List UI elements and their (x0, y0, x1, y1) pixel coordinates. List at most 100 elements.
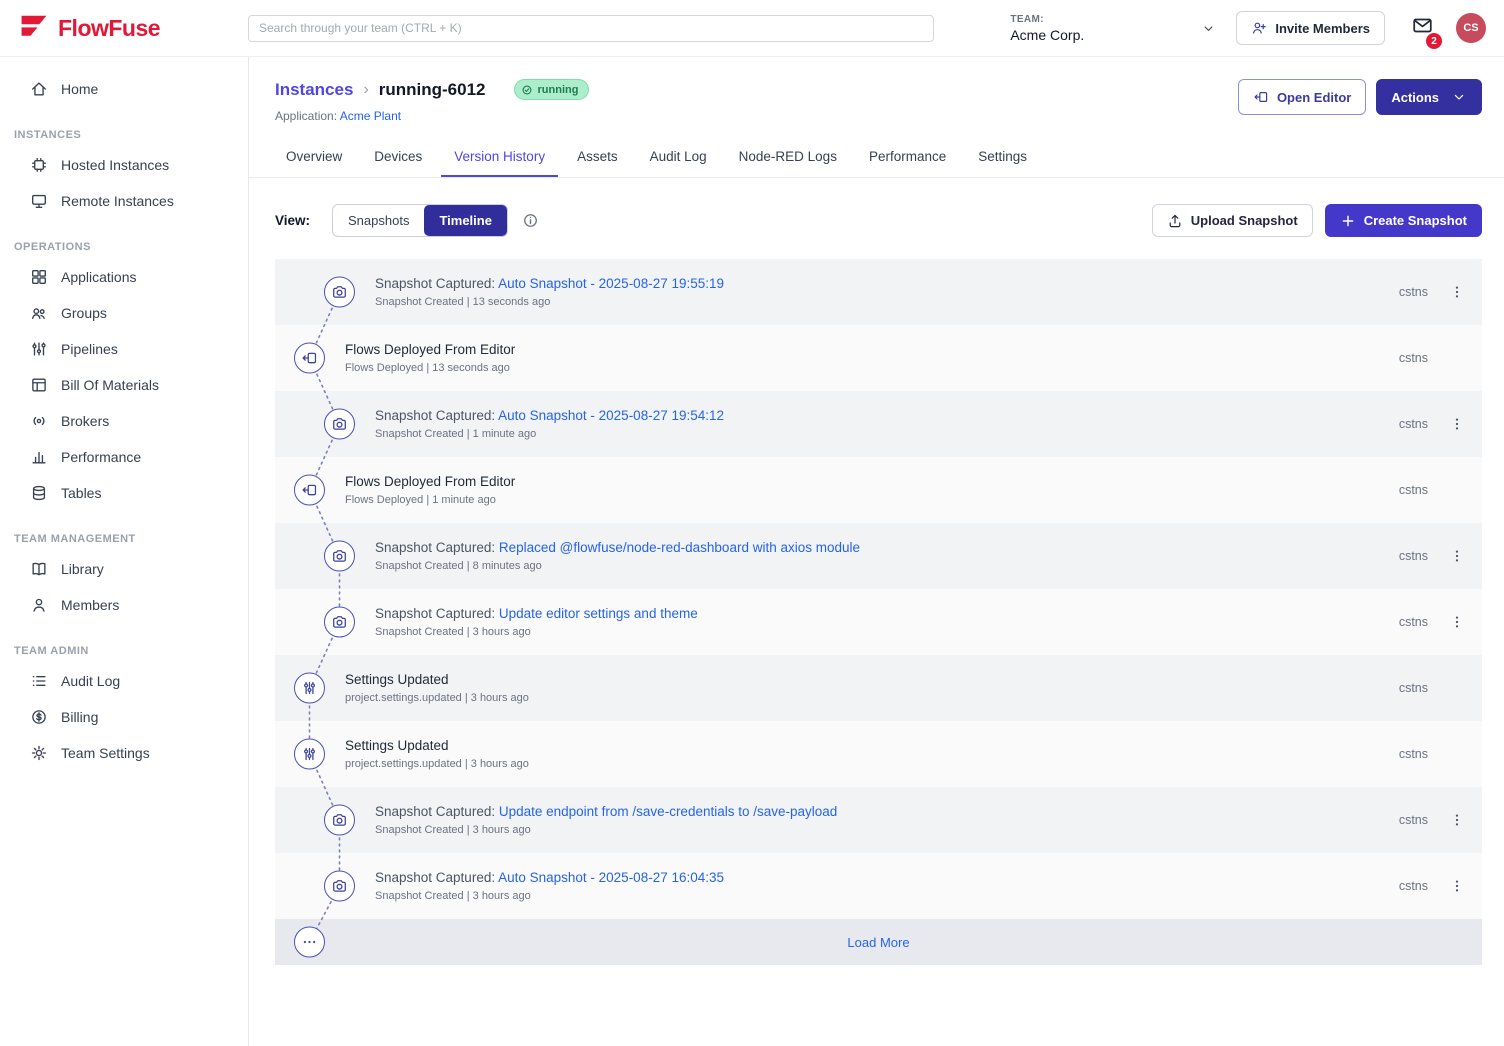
actions-label: Actions (1391, 90, 1439, 105)
event-user: cstns (1399, 681, 1428, 695)
invite-members-button[interactable]: Invite Members (1236, 11, 1385, 45)
performance-icon (30, 448, 48, 466)
tab-audit-log[interactable]: Audit Log (637, 139, 720, 177)
timeline-row: Flows Deployed From EditorFlows Deployed… (275, 457, 1482, 523)
event-menu-slot (1442, 548, 1472, 564)
camera-event-marker (324, 409, 355, 440)
event-title: Snapshot Captured: Auto Snapshot - 2025-… (375, 408, 1399, 423)
sidebar-item-hosted-instances[interactable]: Hosted Instances (0, 147, 248, 183)
load-more-link[interactable]: Load More (275, 935, 1482, 950)
event-body: Settings Updatedproject.settings.updated… (333, 672, 1399, 704)
breadcrumb-separator: › (363, 81, 368, 99)
timeline-row: Snapshot Captured: Update endpoint from … (275, 787, 1482, 853)
tab-devices[interactable]: Devices (361, 139, 435, 177)
timeline-row: Snapshot Captured: Auto Snapshot - 2025-… (275, 391, 1482, 457)
view-toggle-timeline[interactable]: Timeline (424, 205, 507, 236)
event-user: cstns (1399, 615, 1428, 629)
event-user: cstns (1399, 879, 1428, 893)
tab-settings[interactable]: Settings (965, 139, 1040, 177)
event-meta: Snapshot Created | 3 hours ago (375, 890, 1399, 902)
kebab-menu-icon[interactable] (1449, 548, 1465, 564)
sidebar-item-audit-log[interactable]: Audit Log (0, 663, 248, 699)
sidebar-item-billing[interactable]: Billing (0, 699, 248, 735)
sidebar-item-applications[interactable]: Applications (0, 259, 248, 295)
create-snapshot-button[interactable]: Create Snapshot (1325, 204, 1482, 237)
tables-icon (30, 484, 48, 502)
actions-button[interactable]: Actions (1376, 79, 1482, 115)
snapshot-link[interactable]: Auto Snapshot - 2025-08-27 19:55:19 (498, 276, 724, 291)
snapshot-link[interactable]: Auto Snapshot - 2025-08-27 19:54:12 (498, 408, 724, 423)
tab-performance[interactable]: Performance (856, 139, 959, 177)
application-link[interactable]: Acme Plant (340, 109, 401, 123)
load-more-row: Load More (275, 919, 1482, 965)
sidebar-item-label: Remote Instances (61, 193, 174, 209)
snapshot-link[interactable]: Update endpoint from /save-credentials t… (499, 804, 837, 819)
kebab-menu-icon[interactable] (1449, 284, 1465, 300)
avatar[interactable]: CS (1456, 13, 1486, 43)
pipelines-icon (30, 340, 48, 358)
event-menu-slot (1442, 614, 1472, 630)
snapshot-link[interactable]: Replaced @flowfuse/node-red-dashboard wi… (499, 540, 860, 555)
sidebar-item-team-settings[interactable]: Team Settings (0, 735, 248, 771)
event-title-prefix: Snapshot Captured: (375, 540, 499, 555)
sidebar-item-groups[interactable]: Groups (0, 295, 248, 331)
version-history-timeline: Snapshot Captured: Auto Snapshot - 2025-… (275, 259, 1482, 965)
sidebar-item-label: Bill Of Materials (61, 377, 159, 393)
breadcrumb-instances-link[interactable]: Instances (275, 80, 353, 100)
flowfuse-logo[interactable]: FlowFuse (18, 13, 248, 44)
team-selector[interactable]: TEAM: Acme Corp. (1010, 14, 1222, 43)
event-body: Snapshot Captured: Auto Snapshot - 2025-… (333, 408, 1399, 440)
open-editor-label: Open Editor (1277, 90, 1351, 105)
open-editor-button[interactable]: Open Editor (1238, 79, 1366, 115)
event-meta: Flows Deployed | 1 minute ago (345, 494, 1399, 506)
notifications-button[interactable]: 2 (1411, 14, 1434, 42)
snapshot-link[interactable]: Update editor settings and theme (499, 606, 698, 621)
tab-version-history[interactable]: Version History (441, 139, 558, 177)
view-toggle-snapshots[interactable]: Snapshots (333, 205, 424, 236)
snapshot-link[interactable]: Auto Snapshot - 2025-08-27 16:04:35 (498, 870, 724, 885)
tab-assets[interactable]: Assets (564, 139, 631, 177)
camera-icon (331, 878, 348, 895)
event-title: Settings Updated (345, 738, 1399, 753)
groups-icon (30, 304, 48, 322)
info-icon[interactable] (522, 212, 539, 229)
camera-event-marker (324, 541, 355, 572)
brand-name: FlowFuse (58, 15, 160, 42)
kebab-menu-icon[interactable] (1449, 614, 1465, 630)
search-input[interactable] (248, 15, 934, 42)
sidebar-item-pipelines[interactable]: Pipelines (0, 331, 248, 367)
sidebar-item-brokers[interactable]: Brokers (0, 403, 248, 439)
sidebar-item-label: Pipelines (61, 341, 118, 357)
timeline-row: Settings Updatedproject.settings.updated… (275, 655, 1482, 721)
sidebar-item-tables[interactable]: Tables (0, 475, 248, 511)
event-title: Settings Updated (345, 672, 1399, 687)
kebab-menu-icon[interactable] (1449, 878, 1465, 894)
camera-event-marker (324, 607, 355, 638)
tab-node-red-logs[interactable]: Node-RED Logs (726, 139, 850, 177)
instance-name: running-6012 (379, 80, 486, 100)
timeline-gutter (275, 259, 333, 325)
camera-event-marker (324, 277, 355, 308)
sidebar-item-library[interactable]: Library (0, 551, 248, 587)
event-body: Snapshot Captured: Update endpoint from … (333, 804, 1399, 836)
sidebar-item-bill-of-materials[interactable]: Bill Of Materials (0, 367, 248, 403)
kebab-menu-icon[interactable] (1449, 416, 1465, 432)
event-title: Snapshot Captured: Replaced @flowfuse/no… (375, 540, 1399, 555)
sidebar-item-members[interactable]: Members (0, 587, 248, 623)
sidebar-item-performance[interactable]: Performance (0, 439, 248, 475)
camera-icon (331, 416, 348, 433)
sidebar-item-home[interactable]: Home (0, 71, 248, 107)
kebab-menu-icon[interactable] (1449, 812, 1465, 828)
sidebar-item-label: Team Settings (61, 745, 150, 761)
view-toolbar: View: SnapshotsTimeline Upload Snapshot … (249, 178, 1504, 253)
timeline-gutter (275, 391, 333, 457)
bill-of-materials-icon (30, 376, 48, 394)
sidebar-item-remote-instances[interactable]: Remote Instances (0, 183, 248, 219)
sidebar-item-label: Home (61, 81, 98, 97)
timeline-row: Snapshot Captured: Replaced @flowfuse/no… (275, 523, 1482, 589)
toolbar-actions: Upload Snapshot Create Snapshot (1152, 204, 1482, 237)
tab-overview[interactable]: Overview (273, 139, 355, 177)
upload-snapshot-button[interactable]: Upload Snapshot (1152, 204, 1313, 237)
event-meta: Snapshot Created | 1 minute ago (375, 428, 1399, 440)
camera-icon (331, 812, 348, 829)
